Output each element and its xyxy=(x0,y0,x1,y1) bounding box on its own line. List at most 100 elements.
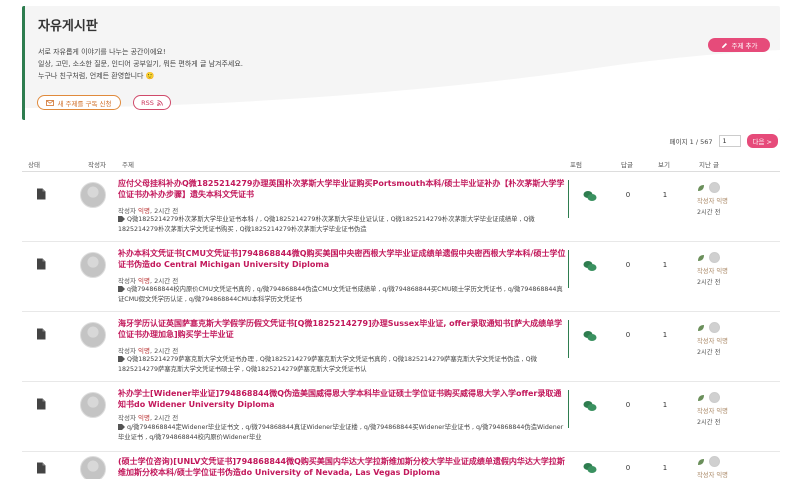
last-poster[interactable]: 작성자 익명 xyxy=(697,406,728,415)
tag-icon xyxy=(118,216,125,222)
leaf-icon xyxy=(698,185,704,191)
avatar[interactable] xyxy=(80,322,106,348)
topic-title-link[interactable]: 补办本科文凭证书[CMU文凭证书]794868844微Q购买美国中央密西根大学毕… xyxy=(118,248,568,270)
post-time: , 2시간 전 xyxy=(150,207,179,215)
author-link[interactable]: 익명 xyxy=(138,414,150,422)
chat-bubbles-icon[interactable] xyxy=(583,260,597,272)
rss-button[interactable]: RSS xyxy=(133,95,171,110)
avatar[interactable] xyxy=(80,392,106,418)
last-post-time[interactable]: 2시간 전 xyxy=(697,417,720,426)
rss-label: RSS xyxy=(141,98,154,107)
last-poster-avatar[interactable] xyxy=(709,182,720,193)
document-icon xyxy=(37,188,46,200)
leaf-icon xyxy=(698,395,704,401)
last-post-time[interactable]: 2시간 전 xyxy=(697,347,720,356)
chat-bubbles-icon[interactable] xyxy=(583,190,597,202)
topic-tags: q/微794868844定Widener毕业证书文 , q/微794868844… xyxy=(118,423,568,443)
board-description: 서로 자유롭게 이야기를 나누는 공간이에요! 일상, 고민, 소소한 질문, … xyxy=(38,46,438,82)
meta-prefix: 작성자 xyxy=(118,277,136,285)
board-desc-line: 일상, 고민, 소소한 질문, 인디어 공부일기, 뭐든 편하게 글 남겨주세요… xyxy=(38,60,244,68)
topic-row: 应付父母挂科补办Q微1825214279办理英国朴次茅斯大学毕业证购买Ports… xyxy=(22,172,780,242)
subscribe-button[interactable]: 새 주제를 구독 신청 xyxy=(37,95,121,110)
page-title: 자유게시판 xyxy=(38,19,98,34)
topic-table-header: 상태 작성자 주제 포럼 답글 보기 지난 글 xyxy=(22,158,780,172)
add-topic-button[interactable]: 주제 추가 xyxy=(708,38,770,52)
tag-icon xyxy=(118,424,125,430)
topic-tags: q微794868844校内原价CMU文凭证书真的 , q/微794868844伪… xyxy=(118,285,568,305)
column-author: 작성자 xyxy=(88,161,106,169)
view-count: 1 xyxy=(662,331,668,339)
last-poster[interactable]: 작성자 익명 xyxy=(697,266,728,275)
topic-title-link[interactable]: 补办学士[Widener毕业证]794868844微Q伪造美国威得恩大学本科毕业… xyxy=(118,388,568,410)
reply-count: 0 xyxy=(625,331,631,339)
column-subject: 주제 xyxy=(122,161,134,169)
post-time: , 2시간 전 xyxy=(150,347,179,355)
last-poster-avatar[interactable] xyxy=(709,392,720,403)
forum-divider xyxy=(568,250,569,288)
post-time: , 2시간 전 xyxy=(150,277,179,285)
last-post-time[interactable]: 2시간 전 xyxy=(697,277,720,286)
reply-count: 0 xyxy=(625,191,631,199)
pencil-icon xyxy=(721,42,727,48)
tag-icon xyxy=(118,356,125,362)
topic-meta: 작성자 익명, 2시간 전 xyxy=(118,205,178,215)
author-link[interactable]: 익명 xyxy=(138,277,150,285)
meta-prefix: 작성자 xyxy=(118,414,136,422)
chat-bubbles-icon[interactable] xyxy=(583,400,597,412)
last-poster-avatar[interactable] xyxy=(709,322,720,333)
add-topic-label: 주제 추가 xyxy=(731,42,758,50)
tag-list[interactable]: q/微794868844定Widener毕业证书文 , q/微794868844… xyxy=(118,424,563,441)
author-link[interactable]: 익명 xyxy=(138,347,150,355)
tag-list[interactable]: q微794868844校内原价CMU文凭证书真的 , q/微794868844伪… xyxy=(118,286,563,303)
reply-count: 0 xyxy=(625,261,631,269)
topic-title-link[interactable]: 海牙学历认证英国萨塞克斯大学假学历假文凭证书[Q微1825214279]办理Su… xyxy=(118,318,568,340)
page-number-input[interactable] xyxy=(718,135,741,147)
document-icon xyxy=(37,398,46,410)
reply-count: 0 xyxy=(625,401,631,409)
author-link[interactable]: 익명 xyxy=(138,207,150,215)
forum-divider xyxy=(568,390,569,428)
last-poster[interactable]: 작성자 익명 xyxy=(697,336,728,345)
topic-meta: 작성자 익명, 2시간 전 xyxy=(118,345,178,355)
column-forum: 포럼 xyxy=(570,161,582,169)
view-count: 1 xyxy=(662,401,668,409)
topic-row: (硕士学位咨询)[UNLV文凭证书]794868844微Q购买美国内华达大学拉斯… xyxy=(22,452,780,479)
topic-row: 补办本科文凭证书[CMU文凭证书]794868844微Q购买美国中央密西根大学毕… xyxy=(22,242,780,312)
column-last-post: 지난 글 xyxy=(699,161,720,169)
topic-title-link[interactable]: 应付父母挂科补办Q微1825214279办理英国朴次茅斯大学毕业证购买Ports… xyxy=(118,178,568,200)
avatar[interactable] xyxy=(80,252,106,278)
tag-icon xyxy=(118,286,125,292)
last-poster-avatar[interactable] xyxy=(709,252,720,263)
column-views: 보기 xyxy=(658,161,670,169)
chat-bubbles-icon[interactable] xyxy=(583,462,597,474)
avatar[interactable] xyxy=(80,456,106,479)
envelope-icon xyxy=(46,99,55,106)
tag-list[interactable]: Q微1825214279朴次茅斯大学毕业证书本科 / , Q微182521427… xyxy=(118,216,535,233)
last-poster[interactable]: 작성자 익명 xyxy=(697,470,728,479)
document-icon xyxy=(37,258,46,270)
reply-count: 0 xyxy=(625,464,631,472)
last-post-time[interactable]: 2시간 전 xyxy=(697,207,720,216)
topic-meta: 작성자 익명, 2시간 전 xyxy=(118,275,178,285)
board-desc-line: 서로 자유롭게 이야기를 나누는 공간이에요! xyxy=(38,48,166,56)
topic-title-link[interactable]: (硕士学位咨询)[UNLV文凭证书]794868844微Q购买美国内华达大学拉斯… xyxy=(118,456,568,478)
column-status: 상태 xyxy=(28,161,40,169)
board-header: 자유게시판 서로 자유롭게 이야기를 나누는 공간이에요! 일상, 고민, 소소… xyxy=(22,6,780,120)
pagination: 페이지 1 / 567 다음 > xyxy=(670,134,778,148)
tag-list[interactable]: Q微1825214279萨塞克斯大学文凭证书办理 , Q微1825214279萨… xyxy=(118,356,537,373)
topic-meta: 작성자 익명, 2시간 전 xyxy=(118,412,178,422)
avatar[interactable] xyxy=(80,182,106,208)
board-desc-line: 누구나 친구처럼, 언제든 환영합니다 🙂 xyxy=(38,72,155,80)
forum-divider xyxy=(568,320,569,358)
topic-tags: Q微1825214279朴次茅斯大学毕业证书本科 / , Q微182521427… xyxy=(118,215,568,235)
view-count: 1 xyxy=(662,261,668,269)
view-count: 1 xyxy=(662,464,668,472)
last-poster[interactable]: 작성자 익명 xyxy=(697,196,728,205)
leaf-icon xyxy=(698,325,704,331)
meta-prefix: 작성자 xyxy=(118,347,136,355)
last-poster-avatar[interactable] xyxy=(709,456,720,467)
next-page-button[interactable]: 다음 > xyxy=(746,134,778,148)
meta-prefix: 작성자 xyxy=(118,207,136,215)
topic-tags: Q微1825214279萨塞克斯大学文凭证书办理 , Q微1825214279萨… xyxy=(118,355,568,375)
chat-bubbles-icon[interactable] xyxy=(583,330,597,342)
